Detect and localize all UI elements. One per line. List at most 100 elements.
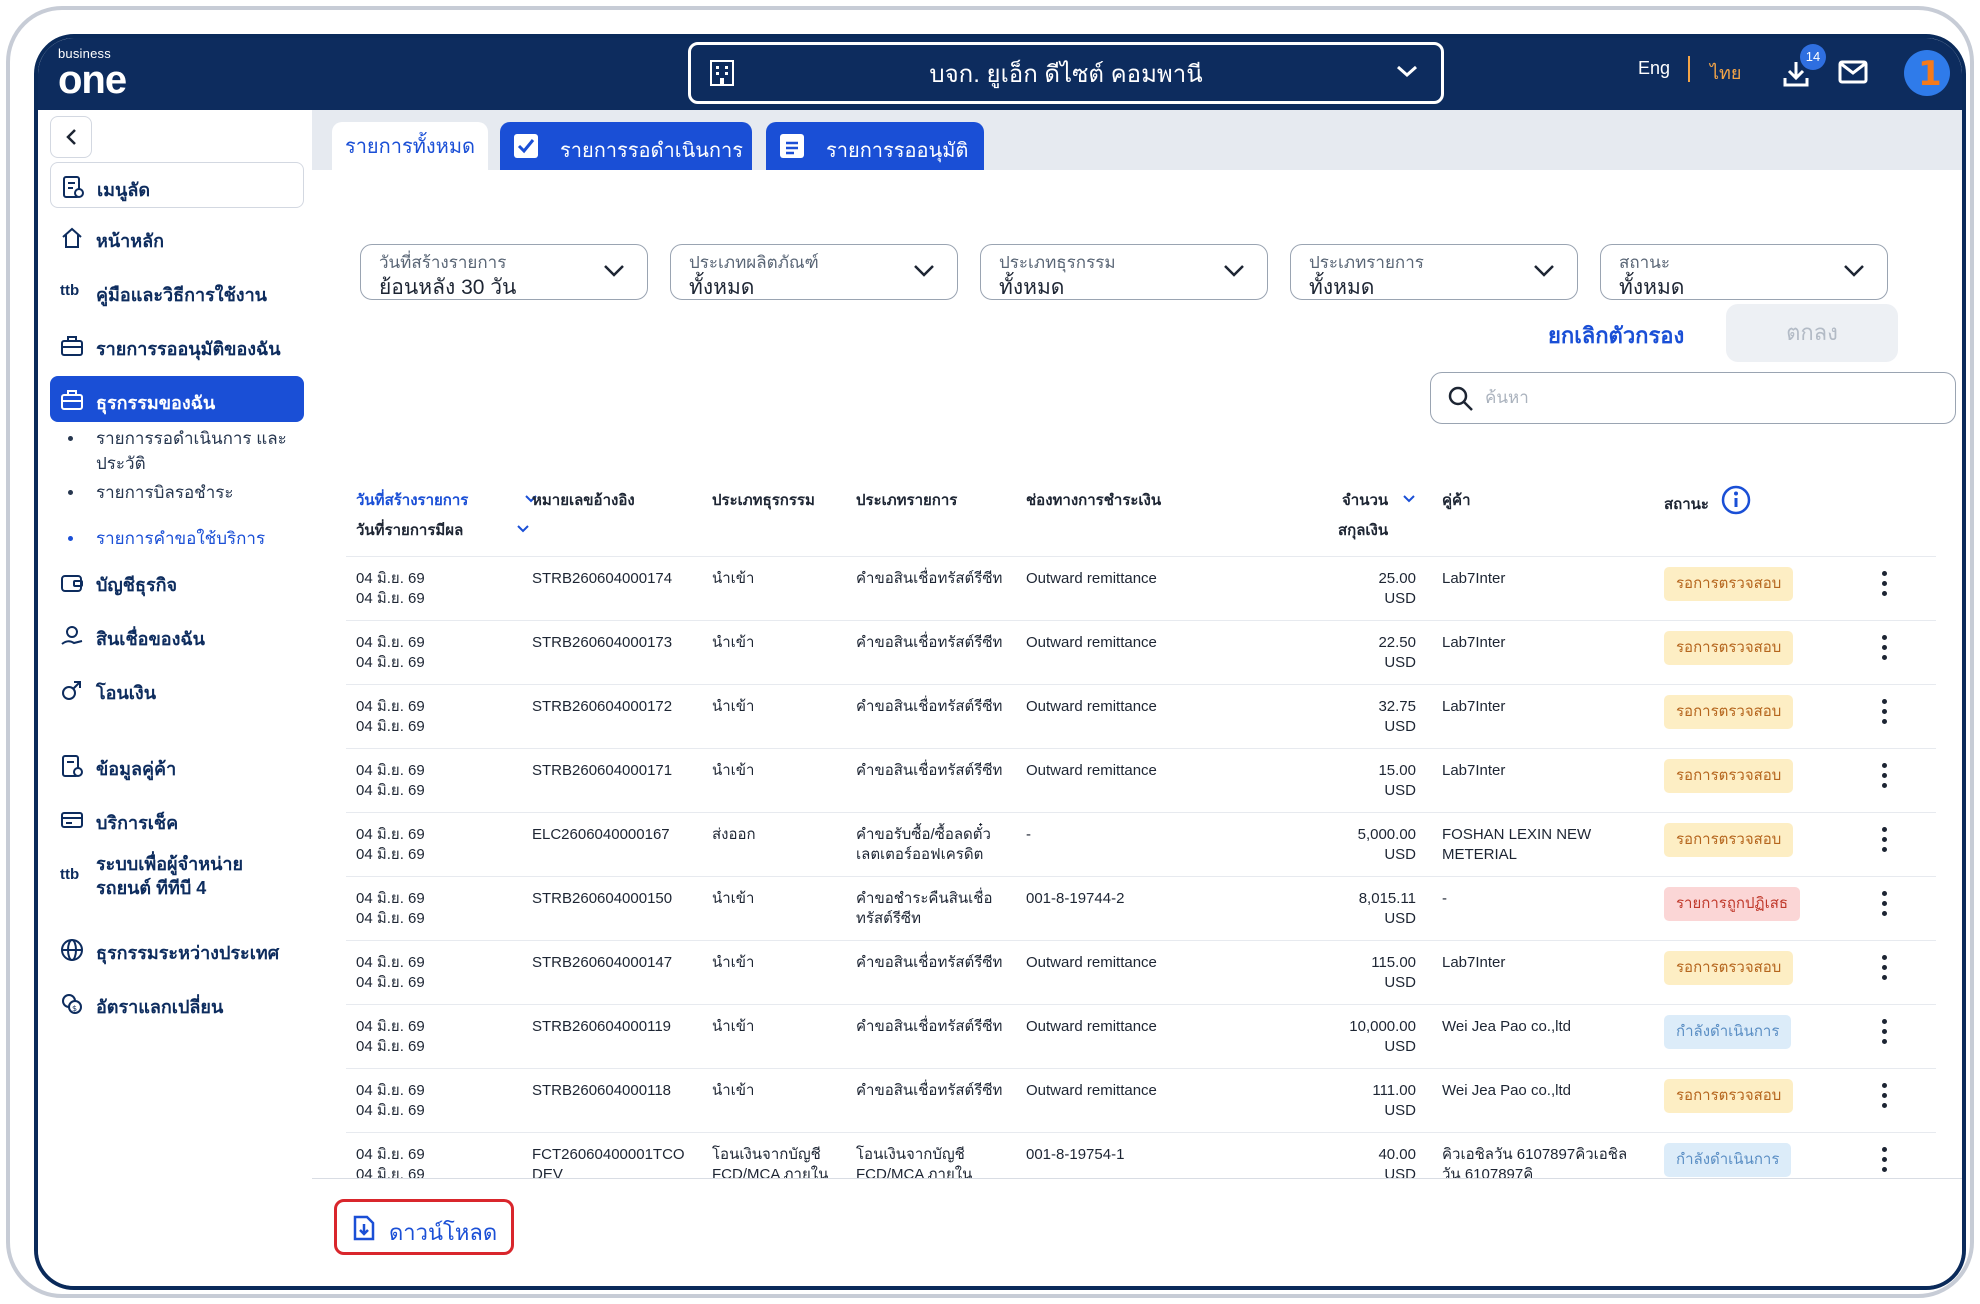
more-options-icon[interactable]: [1882, 635, 1888, 665]
language-thai-button[interactable]: ไทย: [1710, 58, 1741, 87]
chevron-down-icon: [1534, 265, 1554, 277]
apply-filter-button[interactable]: ตกลง: [1726, 304, 1898, 362]
sidebar-item-label: เมนูลัด: [97, 180, 151, 200]
filter-item-type[interactable]: ประเภทรายการ ทั้งหมด: [1290, 244, 1578, 300]
table-row[interactable]: 04 มิ.ย. 69 04 มิ.ย. 69 FCT26060400001TCO …: [346, 1132, 1936, 1178]
cell-created-date: 04 มิ.ย. 69 04 มิ.ย. 69: [356, 569, 425, 609]
more-options-icon[interactable]: [1882, 763, 1888, 793]
tab-awaiting-approval[interactable]: รายการรออนุมัติ: [766, 122, 984, 170]
cell-currency: USD: [1384, 718, 1416, 735]
table-row[interactable]: 04 มิ.ย. 69 04 มิ.ย. 69 STRB260604000119 นำ…: [346, 1004, 1936, 1068]
sidebar-item-my-loans[interactable]: สินเชื่อของฉัน: [50, 612, 304, 658]
filter-value: ทั้งหมด: [689, 276, 755, 299]
chevron-down-icon: [604, 265, 624, 277]
cell-amount-value: 111.00: [1372, 1082, 1416, 1099]
cell-reference: STRB260604000174: [532, 569, 682, 589]
kebab-dot: [1882, 1157, 1887, 1162]
avatar[interactable]: 1: [1904, 50, 1950, 96]
filter-created-date[interactable]: วันที่สร้างรายการ ย้อนหลัง 30 วัน: [360, 244, 648, 300]
more-options-icon[interactable]: [1882, 1019, 1888, 1049]
company-name: บจก. ยูเอ็ก ดีไซต์ คอมพานี: [929, 60, 1203, 88]
cell-created-date: 04 มิ.ย. 69 04 มิ.ย. 69: [356, 633, 425, 673]
table-row[interactable]: 04 มิ.ย. 69 04 มิ.ย. 69 ELC2606040000167 ส่…: [346, 812, 1936, 876]
sidebar-item-my-approvals[interactable]: รายการรออนุมัติของฉัน: [50, 322, 304, 368]
sidebar-item-my-transactions[interactable]: ธุรกรรมของฉัน: [50, 376, 304, 422]
more-options-icon[interactable]: [1882, 571, 1888, 601]
cell-transaction-type: ส่งออก: [712, 825, 832, 845]
cell-partner-text: Wei Jea Pao co.,ltd: [1442, 1018, 1571, 1035]
sidebar-item-exchange-rate[interactable]: $ อัตราแลกเปลี่ยน: [50, 980, 304, 1026]
more-options-icon[interactable]: [1882, 1147, 1888, 1177]
sidebar-item-home[interactable]: หน้าหลัก: [50, 214, 304, 260]
mail-icon[interactable]: [1838, 60, 1868, 84]
language-eng-button[interactable]: Eng: [1638, 58, 1670, 79]
column-header-payment-channel: ช่องทางการชำระเงิน: [1026, 492, 1162, 509]
more-options-icon[interactable]: [1882, 827, 1888, 857]
cell-payment-channel: Outward remittance: [1026, 569, 1157, 589]
sidebar-subitem-pending-history[interactable]: รายการรอดำเนินการ และประวัติ: [68, 426, 306, 476]
clear-filter-link[interactable]: ยกเลิกตัวกรอง: [1548, 318, 1684, 353]
sidebar-item-business-account[interactable]: บัญชีธุรกิจ: [50, 558, 304, 604]
cell-item-type: คำขอรับซื้อ/ซื้อลดตั๋ว เลตเตอร์ออฟเครดิต: [856, 825, 1006, 865]
sidebar-subitem-pending-bills[interactable]: รายการบิลรอชำระ: [68, 480, 306, 505]
sidebar-item-ttb-dealer-system[interactable]: ttb ระบบเพื่อผู้จำหน่ายรถยนต์ ทีทีบี 4: [50, 850, 304, 906]
sidebar-item-international[interactable]: ธุรกรรมระหว่างประเทศ: [50, 926, 304, 972]
app-screen: business one บจก. ยูเอ็ก ดีไซต์ คอมพานี …: [34, 34, 1966, 1290]
table-row[interactable]: 04 มิ.ย. 69 04 มิ.ย. 69 STRB260604000171 นำ…: [346, 748, 1936, 812]
collapse-sidebar-button[interactable]: [50, 116, 92, 158]
cell-payment-channel-text: Outward remittance: [1026, 762, 1157, 779]
filter-product-type[interactable]: ประเภทผลิตภัณฑ์ ทั้งหมด: [670, 244, 958, 300]
chevron-down-icon[interactable]: [1402, 494, 1416, 504]
shortcut-doc-icon: [63, 176, 84, 198]
cell-partner-text: Lab7Inter: [1442, 954, 1506, 971]
tab-label: รายการรออนุมัติ: [826, 140, 969, 162]
more-options-icon[interactable]: [1882, 891, 1888, 921]
info-icon[interactable]: [1720, 484, 1752, 516]
cell-amount: 32.75 USD: [1316, 697, 1416, 737]
sidebar-item-label: ระบบเพื่อผู้จำหน่ายรถยนต์ ทีทีบี 4: [96, 854, 244, 898]
chevron-down-icon[interactable]: [516, 524, 530, 534]
table-row[interactable]: 04 มิ.ย. 69 04 มิ.ย. 69 STRB260604000150 นำ…: [346, 876, 1936, 940]
cell-payment-channel-text: 001-8-19754-1: [1026, 1146, 1125, 1163]
tab-label: รายการทั้งหมด: [344, 136, 476, 158]
filter-transaction-type[interactable]: ประเภทธุรกรรม ทั้งหมด: [980, 244, 1268, 300]
filter-status[interactable]: สถานะ ทั้งหมด: [1600, 244, 1888, 300]
more-options-icon[interactable]: [1882, 955, 1888, 985]
column-header-amount[interactable]: จำนวน: [1342, 488, 1388, 512]
column-header-effective-date[interactable]: วันที่รายการมีผล: [356, 518, 463, 542]
cell-amount-value: 15.00: [1378, 762, 1416, 779]
sidebar-item-partner-info[interactable]: ข้อมูลคู่ค้า: [50, 742, 304, 788]
more-options-icon[interactable]: [1882, 1083, 1888, 1113]
kebab-dot: [1882, 1029, 1887, 1034]
search-input[interactable]: [1485, 383, 1925, 413]
tab-pending-transactions[interactable]: รายการรอดำเนินการ: [500, 122, 752, 170]
cell-partner: Lab7Inter: [1442, 697, 1642, 717]
cell-created-date: 04 มิ.ย. 69 04 มิ.ย. 69: [356, 1081, 425, 1121]
cell-partner: Wei Jea Pao co.,ltd: [1442, 1081, 1642, 1101]
chevron-down-icon: [1844, 265, 1864, 277]
table-row[interactable]: 04 มิ.ย. 69 04 มิ.ย. 69 STRB260604000147 นำ…: [346, 940, 1936, 1004]
cell-currency: USD: [1384, 1166, 1416, 1178]
cell-transaction-type-text: นำเข้า: [712, 890, 755, 907]
company-selector[interactable]: บจก. ยูเอ็ก ดีไซต์ คอมพานี: [688, 42, 1444, 104]
kebab-dot: [1882, 955, 1887, 960]
table-row[interactable]: 04 มิ.ย. 69 04 มิ.ย. 69 STRB260604000173 นำ…: [346, 620, 1936, 684]
cell-currency: USD: [1384, 846, 1416, 863]
download-button[interactable]: ดาวน์โหลด: [334, 1199, 514, 1255]
tab-all-transactions[interactable]: รายการทั้งหมด: [332, 122, 488, 170]
sidebar-subitem-service-requests[interactable]: รายการคำขอใช้บริการ: [68, 526, 306, 551]
sidebar-item-cheque-service[interactable]: บริการเช็ค: [50, 796, 304, 842]
more-options-icon[interactable]: [1882, 699, 1888, 729]
cell-partner: Lab7Inter: [1442, 569, 1642, 589]
sidebar-item-transfer[interactable]: โอนเงิน: [50, 666, 304, 712]
cell-reference-text: STRB260604000174: [532, 570, 673, 587]
ttb-business-one-logo[interactable]: business one: [58, 46, 188, 104]
table-row[interactable]: 04 มิ.ย. 69 04 มิ.ย. 69 STRB260604000172 นำ…: [346, 684, 1936, 748]
table-row[interactable]: 04 มิ.ย. 69 04 มิ.ย. 69 STRB260604000118 นำ…: [346, 1068, 1936, 1132]
sidebar-item-shortcut-menu[interactable]: เมนูลัด: [50, 162, 304, 208]
filter-value: ทั้งหมด: [999, 276, 1065, 299]
sidebar-item-user-guide[interactable]: ttb คู่มือและวิธีการใช้งาน: [50, 268, 304, 314]
table-row[interactable]: 04 มิ.ย. 69 04 มิ.ย. 69 STRB260604000174 นำ…: [346, 556, 1936, 620]
column-header-created-date[interactable]: วันที่สร้างรายการ: [356, 488, 468, 512]
kebab-dot: [1882, 827, 1887, 832]
